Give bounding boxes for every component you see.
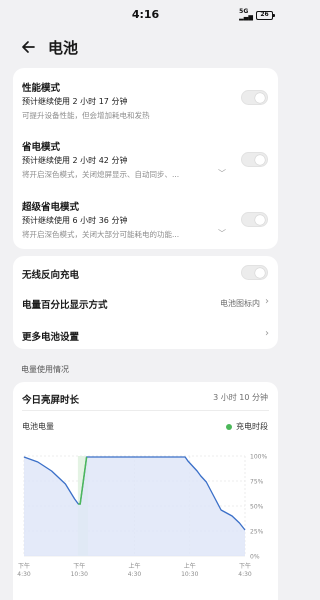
toggle-knob [255,92,265,103]
x-tick-label: 4:30 [238,571,252,578]
toggle-knob [255,267,265,278]
more-battery-settings-label[interactable]: 更多电池设置 [22,329,79,343]
y-tick-label: 25% [250,529,264,536]
x-tick-label: 10:30 [181,571,198,578]
status-icons: 5G ▂▄▆ 26 [239,8,275,21]
signal-label: 5G [239,8,249,15]
performance-mode-title: 性能模式 [22,83,61,94]
battery-level-chart[interactable]: 100%75%50%25%0%下午4:30下午10:30上午4:30上午10:3… [13,382,278,600]
power-saving-mode-description: 将开启深色模式，关闭熄屏显示、自动同步、... [22,170,180,179]
status-bar: 4:16 5G ▂▄▆ 26 [0,0,291,30]
power-saving-mode-toggle[interactable] [241,152,268,167]
y-tick-label: 100% [250,454,267,461]
performance-mode-description: 可提升设备性能，但会增加耗电和发热 [22,111,150,120]
percentage-display-label[interactable]: 电量百分比显示方式 [22,297,108,311]
battery-area-fill [24,457,245,556]
y-tick-label: 50% [250,504,264,511]
performance-mode-estimate: 预计继续使用 2 小时 17 分钟 [22,97,128,106]
power-saving-mode-estimate: 预计继续使用 2 小时 42 分钟 [22,156,128,165]
battery-icon: 26 [256,10,275,20]
super-saving-mode-description: 将开启深色模式，关闭大部分可能耗电的功能... [22,230,180,239]
wireless-reverse-charge-label: 无线反向充电 [22,270,80,281]
expand-chevron-icon[interactable]: ﹀ [218,168,226,179]
super-saving-mode-toggle[interactable] [241,212,268,227]
performance-mode-toggle[interactable] [241,90,268,105]
toggle-knob [255,154,265,165]
x-tick-label: 4:30 [128,571,142,578]
x-tick-label: 下午 [73,562,85,570]
x-tick-label: 下午 [18,562,30,570]
toggle-knob [255,214,265,225]
y-tick-label: 75% [250,479,264,486]
y-tick-label: 0% [250,554,260,561]
x-tick-label: 下午 [239,562,251,570]
battery-settings-card: 无线反向充电 电量百分比显示方式 电池图标内 › 更多电池设置 › [13,256,278,349]
signal-5g-icon: 5G ▂▄▆ [239,8,253,21]
expand-chevron-icon[interactable]: ﹀ [218,228,226,239]
battery-usage-card: 今日亮屏时长 3 小时 10 分钟 电池电量 充电时段 100% 75% 50% 25… [13,382,278,600]
percentage-display-value[interactable]: 电池图标内 [220,298,260,309]
wireless-reverse-charge-toggle[interactable] [241,265,268,280]
x-tick-label: 上午 [128,562,140,570]
x-tick-label: 4:30 [17,571,31,578]
chevron-right-icon[interactable]: › [265,296,269,307]
x-tick-label: 上午 [184,562,196,570]
page-header: 电池 [0,32,291,62]
back-arrow-icon[interactable] [20,39,36,55]
power-modes-card: 性能模式 预计继续使用 2 小时 17 分钟 可提升设备性能，但会增加耗电和发热… [13,68,278,249]
usage-section-label: 电量使用情况 [21,365,69,374]
super-saving-mode-title: 超级省电模式 [22,202,80,213]
page-title: 电池 [48,39,79,57]
super-saving-mode-estimate: 预计继续使用 6 小时 36 分钟 [22,216,128,225]
power-saving-mode-title: 省电模式 [22,142,61,153]
chevron-right-icon[interactable]: › [265,328,269,339]
x-tick-label: 10:30 [71,571,88,578]
